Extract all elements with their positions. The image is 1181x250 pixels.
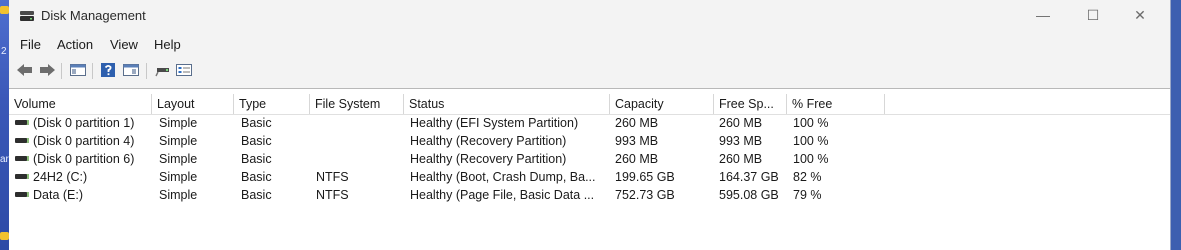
desktop-label: 2 <box>1 46 7 57</box>
menu-view[interactable]: View <box>110 37 138 52</box>
capacity-cell: 199.65 GB <box>615 170 675 184</box>
status-cell: Healthy (EFI System Partition) <box>410 116 579 130</box>
column-header-status[interactable]: Status <box>404 94 610 114</box>
desktop-icon[interactable] <box>0 6 9 14</box>
table-row[interactable]: Data (E:) Simple Basic NTFS Healthy (Pag… <box>9 186 1170 204</box>
column-header-volume[interactable]: Volume <box>9 94 152 114</box>
type-cell: Basic <box>241 116 272 130</box>
menu-help[interactable]: Help <box>154 37 181 52</box>
column-header-type[interactable]: Type <box>234 94 310 114</box>
title-bar[interactable]: Disk Management — ☐ ✕ <box>9 0 1170 32</box>
table-row[interactable]: (Disk 0 partition 6) Simple Basic Health… <box>9 150 1170 168</box>
volume-cell: (Disk 0 partition 6) <box>15 150 134 168</box>
column-header-percent-free[interactable]: % Free <box>787 94 885 114</box>
volume-icon <box>15 192 29 198</box>
volume-name: 24H2 (C:) <box>33 170 88 184</box>
layout-cell: Simple <box>159 188 198 202</box>
layout-cell: Simple <box>159 170 198 184</box>
volume-name: (Disk 0 partition 1) <box>33 116 135 130</box>
volume-name: (Disk 0 partition 4) <box>33 134 135 148</box>
capacity-cell: 993 MB <box>615 134 659 148</box>
close-button[interactable]: ✕ <box>1117 0 1163 30</box>
type-cell: Basic <box>241 152 272 166</box>
column-header-row: Volume Layout Type File System Status Ca… <box>9 94 1170 115</box>
desktop-background: 2 art <box>0 0 12 250</box>
volume-list[interactable]: Volume Layout Type File System Status Ca… <box>9 88 1170 250</box>
volume-icon <box>15 120 29 126</box>
maximize-icon: ☐ <box>1086 6 1100 23</box>
status-cell: Healthy (Boot, Crash Dump, Ba... <box>410 170 596 184</box>
back-icon[interactable] <box>16 62 34 78</box>
free-space-cell: 260 MB <box>719 116 763 130</box>
type-cell: Basic <box>241 188 272 202</box>
capacity-cell: 260 MB <box>615 116 659 130</box>
status-cell: Healthy (Recovery Partition) <box>410 152 567 166</box>
column-header-capacity[interactable]: Capacity <box>610 94 714 114</box>
maximize-button[interactable]: ☐ <box>1070 0 1116 30</box>
percent-free-cell: 79 % <box>793 188 822 202</box>
percent-free-cell: 100 % <box>793 116 829 130</box>
minimize-button[interactable]: — <box>1020 0 1066 30</box>
desktop-icon[interactable] <box>0 232 9 240</box>
percent-free-cell: 100 % <box>793 134 829 148</box>
type-cell: Basic <box>241 134 272 148</box>
volume-name: (Disk 0 partition 6) <box>33 152 135 166</box>
status-cell: Healthy (Recovery Partition) <box>410 134 567 148</box>
volume-cell: (Disk 0 partition 4) <box>15 132 134 150</box>
toolbar-separator <box>92 63 93 79</box>
volume-cell: (Disk 0 partition 1) <box>15 114 134 132</box>
free-space-cell: 260 MB <box>719 152 763 166</box>
volume-cell: Data (E:) <box>15 186 83 204</box>
column-header-file-system[interactable]: File System <box>310 94 404 114</box>
minimize-icon: — <box>1036 7 1050 23</box>
free-space-cell: 164.37 GB <box>719 170 779 184</box>
volume-cell: 24H2 (C:) <box>15 168 87 186</box>
column-header-layout[interactable]: Layout <box>152 94 234 114</box>
free-space-cell: 595.08 GB <box>719 188 779 202</box>
layout-cell: Simple <box>159 152 198 166</box>
capacity-cell: 260 MB <box>615 152 659 166</box>
capacity-cell: 752.73 GB <box>615 188 675 202</box>
menu-file[interactable]: File <box>20 37 41 52</box>
volume-icon <box>15 138 29 144</box>
table-row[interactable]: (Disk 0 partition 4) Simple Basic Health… <box>9 132 1170 150</box>
console-tree-icon[interactable] <box>69 62 87 78</box>
window-title: Disk Management <box>41 8 146 23</box>
table-row[interactable]: (Disk 0 partition 1) Simple Basic Health… <box>9 114 1170 132</box>
free-space-cell: 993 MB <box>719 134 763 148</box>
menu-bar: File Action View Help <box>9 34 1170 56</box>
layout-cell: Simple <box>159 134 198 148</box>
status-cell: Healthy (Page File, Basic Data ... <box>410 188 595 202</box>
file-system-cell: NTFS <box>316 188 349 202</box>
percent-free-cell: 100 % <box>793 152 829 166</box>
toolbar-separator <box>61 63 62 79</box>
menu-action[interactable]: Action <box>57 37 93 52</box>
percent-free-cell: 82 % <box>793 170 822 184</box>
toolbar <box>9 57 1170 85</box>
volume-icon <box>15 156 29 162</box>
properties-pane-icon[interactable] <box>122 62 140 78</box>
close-icon: ✕ <box>1134 6 1146 23</box>
type-cell: Basic <box>241 170 272 184</box>
help-icon[interactable] <box>99 62 117 78</box>
connect-icon[interactable] <box>154 62 172 78</box>
disk-management-app-icon <box>19 10 35 22</box>
table-row[interactable]: 24H2 (C:) Simple Basic NTFS Healthy (Boo… <box>9 168 1170 186</box>
toolbar-separator <box>146 63 147 79</box>
volume-icon <box>15 174 29 180</box>
file-system-cell: NTFS <box>316 170 349 184</box>
disk-management-window: Disk Management — ☐ ✕ File Action View H… <box>9 0 1171 250</box>
column-header-free-space[interactable]: Free Sp... <box>714 94 787 114</box>
forward-icon[interactable] <box>38 62 56 78</box>
disk-list-icon[interactable] <box>175 62 193 78</box>
volume-name: Data (E:) <box>33 188 84 202</box>
layout-cell: Simple <box>159 116 198 130</box>
